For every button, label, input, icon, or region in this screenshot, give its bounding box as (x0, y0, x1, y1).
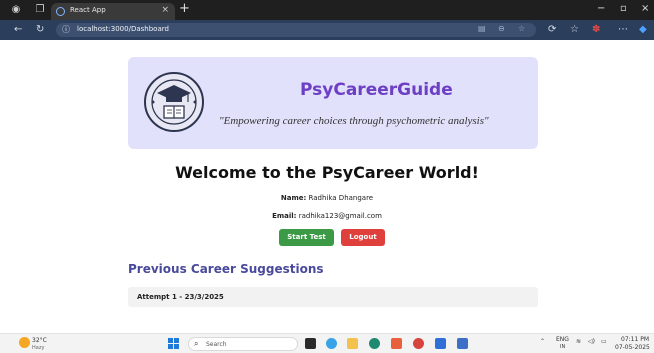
react-favicon-icon (56, 7, 65, 16)
clock-date[interactable]: 07-05-2025 (615, 344, 650, 351)
weather-temperature[interactable]: 32°C (32, 337, 47, 344)
browser-tab-bar: ◉ ❐ React App × + − ▫ × (0, 0, 654, 20)
site-info-icon[interactable]: ⓘ (62, 24, 70, 35)
task-view-icon[interactable] (305, 338, 316, 349)
wifi-icon[interactable]: ≋ (576, 338, 581, 345)
clock-time[interactable]: 07:11 PM (621, 336, 649, 343)
name-value: Radhika Dhangare (308, 194, 374, 202)
vscode-icon[interactable] (457, 338, 468, 349)
more-menu-icon[interactable]: ⋯ (618, 24, 628, 36)
brand-title: PsyCareerGuide (300, 80, 453, 100)
tray-overflow-icon[interactable]: ⌃ (540, 338, 545, 345)
page-content: PsyCareerGuide "Empowering career choice… (0, 40, 654, 333)
profile-avatar-icon[interactable]: ✽ (592, 24, 600, 36)
windows-taskbar: 32°C Hazy ⌕ Search ⌃ ENG IN ≋ ◁) ▭ 07:11… (0, 333, 654, 353)
new-tab-button[interactable]: + (179, 2, 190, 16)
weather-condition[interactable]: Hazy (32, 345, 44, 351)
tab-actions-icon[interactable]: ❐ (34, 4, 46, 16)
weather-icon[interactable] (19, 337, 30, 348)
browser-toolbar: ← ↻ ⓘ localhost:3000/Dashboard ▤ ⊖ ☆ ⟳ ☆… (0, 20, 654, 40)
media-app-icon[interactable] (413, 338, 424, 349)
language-indicator[interactable]: ENG (556, 336, 569, 343)
welcome-heading: Welcome to the PsyCareer World! (175, 163, 479, 182)
extensions-icon[interactable]: ⟳ (548, 24, 556, 36)
start-test-button[interactable]: Start Test (279, 229, 334, 246)
edge-browser-icon[interactable] (369, 338, 380, 349)
taskbar-search-box[interactable]: ⌕ Search (188, 337, 298, 351)
back-arrow-icon[interactable]: ← (14, 24, 22, 36)
windows-start-icon[interactable] (168, 338, 180, 350)
notes-app-icon[interactable] (435, 338, 446, 349)
tab-title: React App (70, 6, 106, 14)
name-label: Name: (280, 194, 307, 202)
copilot-icon[interactable]: ◆ (639, 24, 647, 36)
close-window-button[interactable]: × (641, 3, 649, 14)
widgets-icon[interactable] (326, 338, 337, 349)
search-icon: ⌕ (194, 339, 199, 348)
favorite-star-icon[interactable]: ☆ (518, 24, 525, 33)
battery-icon[interactable]: ▭ (601, 338, 607, 345)
volume-icon[interactable]: ◁) (588, 338, 595, 345)
user-name-row: Name: Radhika Dhangare (0, 194, 654, 202)
search-placeholder: Search (206, 341, 227, 348)
minimize-button[interactable]: − (597, 3, 605, 14)
address-bar[interactable]: ⓘ localhost:3000/Dashboard ▤ ⊖ ☆ (56, 23, 536, 37)
hero-banner: PsyCareerGuide "Empowering career choice… (128, 57, 538, 149)
language-region[interactable]: IN (560, 344, 565, 350)
email-value: radhika123@gmail.com (298, 212, 382, 220)
profile-icon[interactable]: ◉ (10, 4, 22, 16)
user-email-row: Email: radhika123@gmail.com (0, 212, 654, 220)
browser-tab-react-app[interactable]: React App × (51, 3, 175, 20)
favorites-icon[interactable]: ☆ (570, 24, 579, 36)
brave-browser-icon[interactable] (391, 338, 402, 349)
refresh-icon[interactable]: ↻ (36, 24, 44, 36)
zoom-icon[interactable]: ⊖ (498, 24, 505, 33)
file-explorer-icon[interactable] (347, 338, 358, 349)
tab-close-icon[interactable]: × (161, 5, 169, 15)
attempt-list-item[interactable]: Attempt 1 - 23/3/2025 (128, 287, 538, 307)
logout-button[interactable]: Logout (341, 229, 385, 246)
attempt-label: Attempt 1 - 23/3/2025 (137, 293, 224, 301)
maximize-button[interactable]: ▫ (620, 3, 627, 14)
address-url[interactable]: localhost:3000/Dashboard (77, 25, 169, 33)
brand-tagline: "Empowering career choices through psych… (219, 115, 489, 127)
email-label: Email: (272, 212, 297, 220)
previous-suggestions-title: Previous Career Suggestions (128, 262, 324, 276)
reader-view-icon[interactable]: ▤ (478, 24, 486, 33)
graduation-cap-logo-icon (144, 72, 204, 132)
